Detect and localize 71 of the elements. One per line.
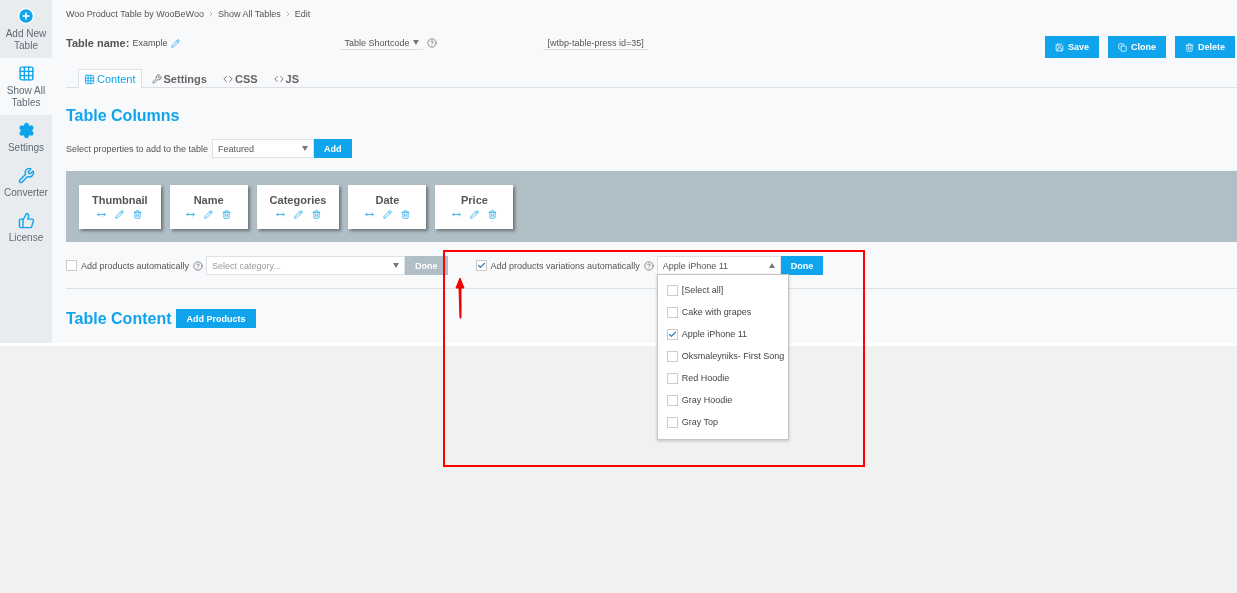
column-title: Date: [375, 194, 400, 206]
checkbox-label: Add products automatically: [81, 260, 190, 271]
checkbox[interactable]: [666, 416, 678, 428]
column-title: Name: [193, 194, 224, 206]
table-name-label: Table name:: [66, 37, 130, 49]
wrench-icon: [151, 74, 162, 84]
wrench-icon: [17, 167, 35, 184]
checkbox[interactable]: [666, 350, 678, 362]
shortcode-value: [wtbp-table-press id=35]: [543, 36, 648, 50]
trash-icon[interactable]: [133, 210, 143, 219]
copy-icon: [1117, 42, 1127, 52]
sidebar-item[interactable]: License: [0, 205, 52, 250]
resize-icon[interactable]: [97, 210, 107, 219]
checkbox[interactable]: [666, 284, 678, 296]
caret-icon: [302, 146, 309, 151]
checkbox[interactable]: [666, 394, 678, 406]
table-name-value: Example: [132, 38, 168, 48]
resize-icon[interactable]: [451, 210, 461, 219]
sidebar-item[interactable]: Settings: [0, 115, 52, 160]
resize-icon[interactable]: [275, 210, 285, 219]
grid-icon: [17, 65, 35, 82]
trash-icon[interactable]: [487, 210, 497, 219]
sidebar-item[interactable]: Add New Table: [0, 0, 52, 58]
section-title: Table Content: [66, 309, 172, 328]
help-icon[interactable]: [643, 260, 654, 271]
properties-label: Select properties to add to the table: [66, 143, 209, 154]
breadcrumb-link[interactable]: Woo Product Table by WooBeWoo: [66, 9, 204, 19]
column-title: Thumbnail: [92, 194, 148, 206]
pencil-icon[interactable]: [115, 210, 125, 219]
caret-icon: [413, 40, 420, 45]
sidebar-item[interactable]: Show All Tables: [0, 58, 52, 115]
help-icon[interactable]: [193, 260, 204, 271]
pencil-icon[interactable]: [382, 210, 392, 219]
caret-icon: [768, 263, 775, 268]
help-icon[interactable]: [427, 38, 438, 48]
grid-icon: [84, 73, 95, 85]
trash-icon[interactable]: [222, 210, 232, 219]
tab[interactable]: Settings: [145, 69, 213, 88]
save-icon: [1054, 42, 1064, 52]
sidebar-item[interactable]: Converter: [0, 160, 52, 205]
arrow-icon: [455, 276, 465, 320]
add-icon: [17, 7, 35, 25]
pencil-icon[interactable]: [293, 210, 303, 219]
tab[interactable]: JS: [267, 69, 306, 88]
breadcrumb-link[interactable]: Show All Tables: [217, 9, 281, 19]
trash-icon[interactable]: [400, 210, 410, 219]
checkbox[interactable]: [666, 328, 678, 340]
section-title: Table Columns: [66, 107, 181, 125]
shortcode-select[interactable]: Table Shortcode: [340, 36, 424, 50]
hand-icon: [17, 212, 35, 229]
properties-select[interactable]: Featured: [212, 139, 315, 158]
trash-icon[interactable]: [311, 210, 321, 219]
checkbox[interactable]: [475, 260, 487, 271]
tab[interactable]: CSS: [216, 69, 264, 88]
breadcrumb-link[interactable]: Edit: [294, 9, 311, 19]
column-title: Price: [461, 194, 488, 206]
resize-icon[interactable]: [364, 210, 374, 219]
code-icon: [273, 74, 284, 84]
code-icon: [222, 74, 233, 84]
pencil-icon[interactable]: [171, 38, 181, 48]
pencil-icon[interactable]: [469, 210, 479, 219]
pencil-icon[interactable]: [204, 210, 214, 219]
column-title: Categories: [269, 194, 327, 206]
settings-icon: [17, 122, 35, 139]
caret-icon: [393, 263, 400, 268]
checkbox[interactable]: [666, 306, 678, 318]
tab[interactable]: Content: [78, 69, 142, 88]
resize-icon[interactable]: [186, 210, 196, 219]
checkbox[interactable]: [666, 372, 678, 384]
trash-icon: [1185, 42, 1194, 52]
checkbox-label: Add products variations automatically: [490, 260, 640, 271]
